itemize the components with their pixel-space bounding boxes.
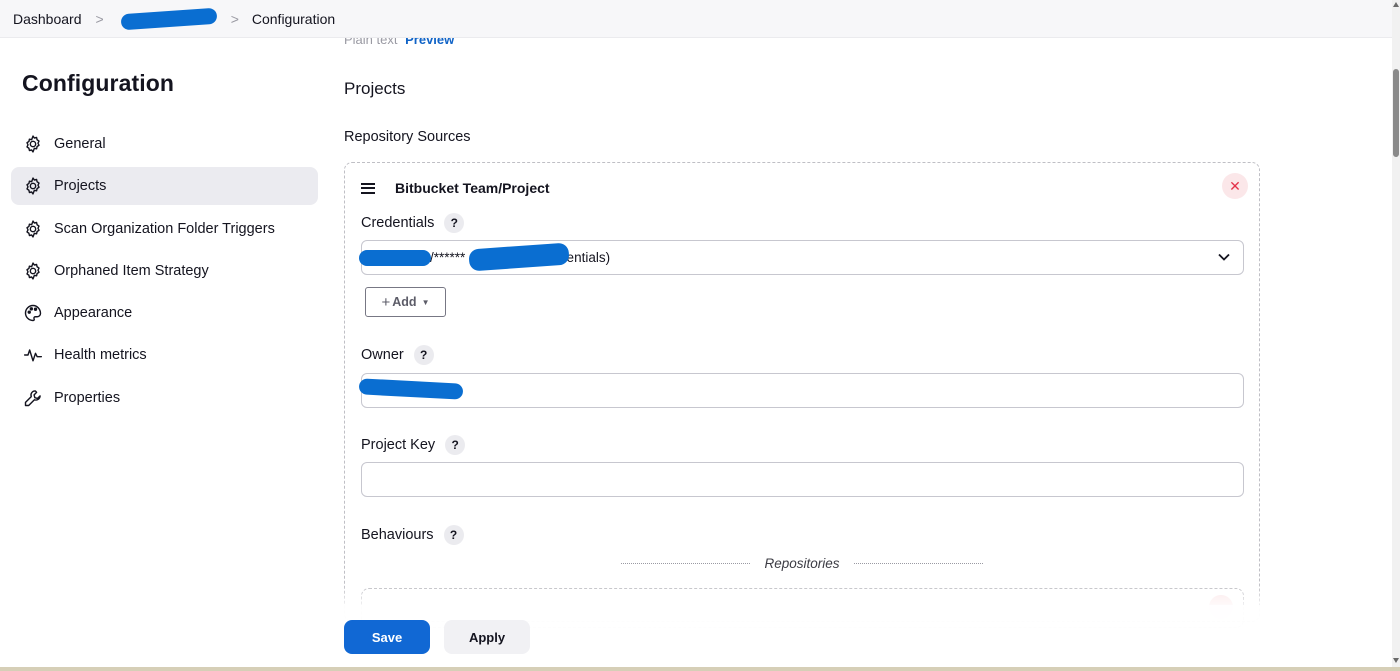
behaviours-label-text: Behaviours: [361, 527, 434, 543]
scroll-down-icon[interactable]: [1393, 658, 1399, 663]
sidebar-item-scan-triggers[interactable]: Scan Organization Folder Triggers: [11, 210, 318, 248]
breadcrumb: Dashboard > > Configuration: [0, 0, 1392, 38]
owner-label: Owner ?: [361, 345, 434, 365]
sidebar-item-appearance[interactable]: Appearance: [11, 294, 318, 332]
sidebar-item-label: Properties: [54, 389, 121, 406]
sidebar-item-label: Appearance: [54, 305, 133, 322]
project-key-label-text: Project Key: [361, 437, 436, 453]
sidebar-item-label: Scan Organization Folder Triggers: [54, 220, 275, 237]
sidebar-item-label: General: [54, 136, 106, 152]
sidebar-item-label: Projects: [54, 178, 107, 195]
sidebar-item-orphaned-strategy[interactable]: Orphaned Item Strategy: [11, 252, 318, 290]
main-content: Plain text Preview Projects Repository S…: [344, 0, 1392, 671]
palette-icon: [23, 303, 43, 323]
sidebar-item-label: Health metrics: [54, 347, 147, 364]
divider-line: [853, 562, 984, 564]
card-title: Bitbucket Team/Project: [395, 180, 550, 196]
close-icon: ✕: [1229, 177, 1241, 194]
apply-button[interactable]: Apply: [444, 620, 530, 654]
redaction-mark: [468, 242, 570, 272]
caret-down-icon: ▼: [421, 297, 430, 307]
repositories-divider: Repositories: [621, 553, 984, 573]
action-bar: Save Apply: [0, 605, 1392, 667]
pulse-icon: [23, 345, 43, 365]
plus-icon: +: [381, 293, 391, 311]
gear-icon: [23, 261, 43, 281]
sidebar-item-health-metrics[interactable]: Health metrics: [11, 336, 318, 374]
owner-help-icon[interactable]: ?: [413, 345, 434, 365]
drag-handle-icon[interactable]: [361, 180, 375, 196]
scrollbar-thumb[interactable]: [1393, 69, 1399, 157]
breadcrumb-separator: >: [95, 10, 104, 27]
gear-icon: [23, 176, 43, 196]
sidebar-item-general[interactable]: General: [11, 125, 318, 163]
wrench-icon: [23, 388, 43, 408]
repository-sources-title: Repository Sources: [344, 129, 471, 145]
gear-icon: [23, 219, 43, 239]
vertical-scrollbar[interactable]: [1392, 0, 1400, 667]
repositories-divider-label: Repositories: [764, 555, 840, 571]
behaviours-help-icon[interactable]: ?: [443, 525, 464, 545]
sidebar-item-properties[interactable]: Properties: [11, 379, 318, 417]
project-key-input[interactable]: [361, 462, 1244, 497]
project-key-help-icon[interactable]: ?: [445, 435, 466, 455]
breadcrumb-configuration[interactable]: Configuration: [252, 11, 335, 27]
sidebar-item-label: Orphaned Item Strategy: [54, 262, 209, 279]
credentials-help-icon[interactable]: ?: [444, 213, 465, 233]
breadcrumb-separator: >: [230, 10, 239, 27]
section-title: Projects: [344, 79, 406, 98]
owner-label-text: Owner: [361, 347, 404, 363]
add-credentials-button[interactable]: + Add ▼: [365, 287, 446, 317]
redacted-breadcrumb-item[interactable]: [120, 7, 218, 30]
gear-icon: [23, 134, 43, 154]
project-key-label: Project Key ?: [361, 435, 466, 455]
remove-source-button[interactable]: ✕: [1222, 173, 1248, 199]
page-title: Configuration: [22, 70, 175, 96]
window-bottom-edge: [0, 667, 1400, 671]
redaction-mark: [358, 378, 464, 400]
bitbucket-source-card: Bitbucket Team/Project ✕ Credentials ? /…: [344, 162, 1260, 628]
sidebar-item-projects[interactable]: Projects: [11, 167, 318, 206]
behaviours-label: Behaviours ?: [361, 525, 464, 545]
chevron-down-icon: [1217, 250, 1231, 267]
redaction-mark: [359, 250, 431, 266]
card-header: Bitbucket Team/Project: [361, 180, 550, 196]
scroll-up-icon[interactable]: [1393, 2, 1399, 7]
divider-line: [621, 562, 751, 564]
save-button[interactable]: Save: [344, 620, 430, 654]
owner-input[interactable]: [358, 373, 1244, 408]
credentials-label: Credentials ?: [361, 213, 465, 233]
credentials-label-text: Credentials: [361, 215, 435, 231]
sidebar-nav: General Projects Scan Organization Folde…: [11, 125, 318, 421]
breadcrumb-dashboard[interactable]: Dashboard: [13, 11, 82, 27]
credentials-select[interactable]: /****** ( -bitbucket-credentials): [359, 240, 1244, 275]
add-label: Add: [392, 295, 417, 309]
